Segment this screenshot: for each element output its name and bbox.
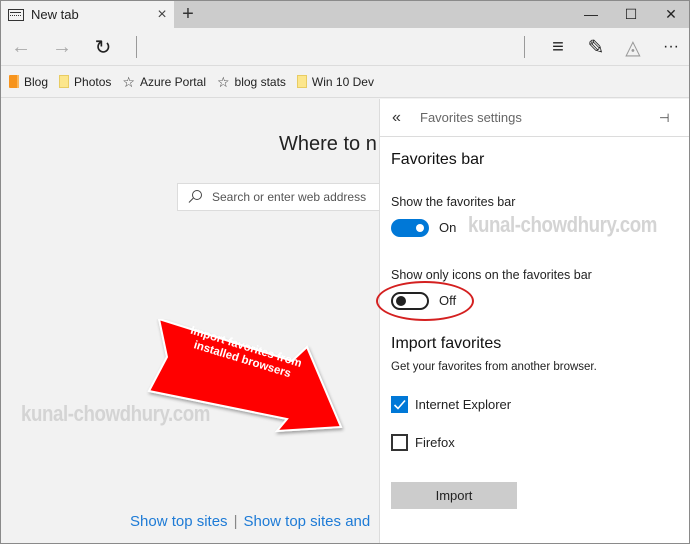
annotation-arrow	[147, 319, 343, 433]
favorite-blog-stats[interactable]: ☆ blog stats	[217, 75, 286, 89]
star-icon: ☆	[122, 73, 135, 90]
close-tab-icon[interactable]: ×	[150, 6, 174, 24]
refresh-button[interactable]: ↻	[89, 34, 117, 60]
browser-window: New tab × + — ☐ ✕ ← → ↻ ≡ ✎ ◬ ··· Blog P…	[0, 0, 690, 544]
favorite-azure-portal[interactable]: ☆ Azure Portal	[122, 75, 206, 89]
maximize-button[interactable]: ☐	[611, 1, 651, 28]
watermark-text: kunal-chowdhury.com	[468, 212, 657, 237]
favorite-label: Win 10 Dev	[311, 74, 374, 89]
folder-icon	[59, 75, 70, 88]
favorite-blog[interactable]: Blog	[9, 75, 48, 89]
favorite-label: Blog	[24, 74, 49, 89]
favorite-label: Photos	[74, 74, 112, 89]
firefox-checkbox[interactable]	[391, 434, 408, 451]
show-favorites-bar-state: On	[439, 220, 457, 235]
favorites-settings-panel: « Favorites settings ⊣ Favorites bar Sho…	[379, 99, 689, 543]
tab-title: New tab	[31, 7, 79, 22]
share-button[interactable]: ◬	[619, 34, 647, 60]
link-separator: |	[233, 513, 238, 530]
toggle-knob	[416, 224, 424, 232]
toolbar-divider	[524, 36, 525, 58]
back-chevron-icon[interactable]: «	[392, 109, 408, 127]
title-bar: New tab × + — ☐ ✕	[1, 1, 689, 28]
address-divider	[136, 36, 137, 58]
search-input[interactable]	[212, 190, 379, 204]
arrow-shape	[147, 319, 343, 433]
new-tab-button[interactable]: +	[177, 3, 199, 25]
show-top-sites-and-content-link[interactable]: Show top sites and	[243, 513, 370, 530]
favorite-win-10-dev[interactable]: Win 10 Dev	[296, 74, 374, 89]
more-button[interactable]: ···	[657, 34, 685, 60]
import-favorites-heading: Import favorites	[391, 335, 502, 352]
search-icon	[188, 190, 202, 204]
top-sites-links: Show top sites | Show top sites and	[130, 513, 370, 530]
web-note-button[interactable]: ✎	[582, 34, 610, 60]
page-icon	[8, 8, 24, 21]
star-icon: ☆	[216, 73, 230, 90]
firefox-label[interactable]: Firefox	[415, 435, 455, 450]
favorite-label: Azure Portal	[139, 74, 206, 89]
navigation-bar: ← → ↻ ≡ ✎ ◬ ···	[1, 28, 689, 66]
favorite-label: blog stats	[234, 74, 286, 89]
favorite-photos[interactable]: Photos	[59, 75, 111, 89]
import-button[interactable]: Import	[391, 482, 517, 509]
bookmark-icon	[9, 75, 19, 88]
back-button[interactable]: ←	[7, 34, 35, 60]
close-window-button[interactable]: ✕	[651, 1, 689, 28]
show-top-sites-link[interactable]: Show top sites	[130, 513, 228, 530]
folder-icon	[296, 75, 307, 88]
panel-header: « Favorites settings ⊣	[380, 99, 689, 137]
pin-icon[interactable]: ⊣	[659, 111, 679, 125]
tab-new-tab[interactable]: New tab ×	[1, 1, 174, 28]
page-heading: Where to n	[279, 133, 377, 155]
show-favorites-bar-label: Show the favorites bar	[391, 195, 516, 209]
highlight-ellipse	[376, 281, 474, 321]
favorites-bar: Blog Photos ☆ Azure Portal ☆ blog stats …	[1, 66, 689, 98]
favorites-bar-heading: Favorites bar	[391, 151, 485, 168]
search-box[interactable]	[177, 183, 379, 211]
show-favorites-bar-toggle[interactable]	[391, 219, 429, 237]
checkmark-icon	[393, 399, 406, 410]
forward-button[interactable]: →	[48, 34, 76, 60]
minimize-button[interactable]: —	[571, 1, 611, 28]
panel-title: Favorites settings	[420, 110, 522, 125]
internet-explorer-label[interactable]: Internet Explorer	[415, 397, 511, 412]
hub-button[interactable]: ≡	[544, 34, 572, 60]
icons-only-label: Show only icons on the favorites bar	[391, 268, 592, 282]
internet-explorer-checkbox[interactable]	[391, 396, 408, 413]
import-description: Get your favorites from another browser.	[391, 361, 597, 373]
